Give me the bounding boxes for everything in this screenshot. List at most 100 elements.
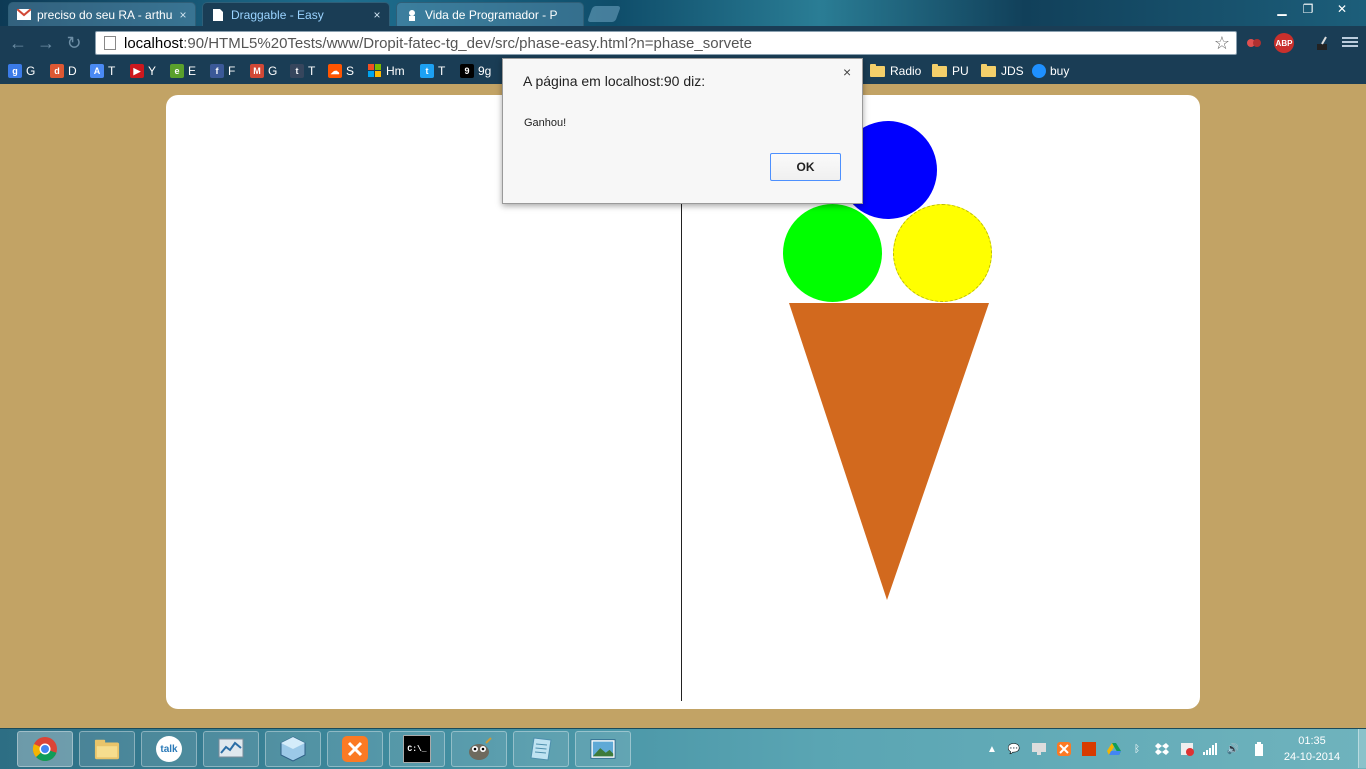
dialog-title: A página em localhost:90 diz: [523, 73, 706, 89]
taskbar-photo-viewer[interactable] [575, 731, 631, 767]
soundcloud-icon: ☁ [328, 64, 342, 78]
taskbar-virtualbox[interactable] [265, 731, 321, 767]
folder-icon [870, 63, 885, 77]
bookmark-soundcloud[interactable]: ☁ S [328, 62, 354, 80]
close-icon[interactable]: × [369, 8, 385, 22]
clock-time: 01:35 [1298, 735, 1326, 747]
gmail-icon [17, 8, 31, 22]
tab-label: Vida de Programador - P [425, 7, 558, 22]
bookmark-buy[interactable]: buy [1032, 62, 1069, 80]
windows-icon [368, 64, 382, 78]
google-drive-icon[interactable] [1107, 742, 1121, 756]
twitter-icon: t [420, 64, 434, 78]
gmail-icon: M [250, 64, 264, 78]
extension-tool-icon[interactable] [1312, 33, 1332, 53]
photo-viewer-icon [590, 736, 616, 762]
close-window-button[interactable]: ✕ [1322, 0, 1362, 18]
address-bar[interactable]: localhost:90/HTML5%20Tests/www/Dropit-fa… [95, 31, 1237, 55]
bookmark-hotmail[interactable]: Hm [368, 62, 405, 80]
youtube-icon: ▶ [130, 64, 144, 78]
google-talk-icon: talk [156, 736, 182, 762]
chrome-icon [32, 736, 58, 762]
bookmark-twitter[interactable]: tT [420, 62, 445, 80]
monitor-icon [218, 736, 244, 762]
folder-icon [94, 736, 120, 762]
folder-icon [981, 63, 996, 77]
taskbar-notepad[interactable] [513, 731, 569, 767]
gimp-icon [466, 736, 492, 762]
office-tray-icon[interactable] [1082, 742, 1096, 756]
9gag-icon: 9 [460, 64, 474, 78]
display-icon[interactable] [1032, 742, 1046, 756]
bookmark-folder-jds[interactable]: JDS [981, 62, 1024, 80]
bookmark-evernote[interactable]: eE [170, 62, 196, 80]
new-tab-button[interactable] [587, 6, 621, 22]
close-icon[interactable]: × [175, 8, 191, 22]
back-button[interactable]: ← [8, 33, 28, 53]
taskbar-file-explorer[interactable] [79, 731, 135, 767]
chat-bubble-icon[interactable]: 💬 [1007, 742, 1021, 756]
tab-label: preciso do seu RA - arthu [37, 7, 173, 22]
translate-icon: A [90, 64, 104, 78]
google-icon: g [8, 64, 22, 78]
show-hidden-icons-arrow[interactable]: ▲ [985, 742, 999, 756]
minimize-button[interactable]: ▁ [1270, 0, 1294, 18]
taskbar-gimp[interactable] [451, 731, 507, 767]
forward-button[interactable]: → [36, 33, 56, 53]
xampp-tray-icon[interactable] [1057, 742, 1071, 756]
adblock-plus-icon[interactable]: ABP [1274, 33, 1294, 53]
ok-button[interactable]: OK [770, 153, 841, 181]
taskbar-command-prompt[interactable]: C:\_ [389, 731, 445, 767]
bookmark-tumblr[interactable]: tT [290, 62, 315, 80]
reload-button[interactable]: ↻ [64, 33, 84, 53]
xampp-icon [342, 736, 368, 762]
page-icon [211, 8, 225, 22]
ice-cream-cone[interactable] [788, 302, 990, 602]
tab-gmail[interactable]: preciso do seu RA - arthu × [8, 2, 196, 26]
tab-vida-de-programador[interactable]: Vida de Programador - P [396, 2, 584, 26]
alert-dialog: A página em localhost:90 diz: × Ganhou! … [502, 58, 863, 204]
chrome-menu-icon[interactable] [1342, 35, 1358, 49]
taskbar-google-talk[interactable]: talk [141, 731, 197, 767]
restore-button[interactable]: ❐ [1296, 0, 1320, 18]
notepad-icon [528, 736, 554, 762]
bookmark-facebook[interactable]: fF [210, 62, 235, 80]
battery-icon[interactable] [1252, 742, 1266, 756]
virtualbox-icon [280, 736, 306, 762]
volume-icon[interactable]: 🔊 [1226, 742, 1240, 756]
taskbar-chrome[interactable] [17, 731, 73, 767]
bookmark-duckduckgo[interactable]: dD [50, 62, 77, 80]
show-desktop-button[interactable] [1358, 729, 1366, 768]
evernote-icon: e [170, 64, 184, 78]
bluetooth-icon[interactable]: ᛒ [1130, 742, 1144, 756]
url-path: :90/HTML5%20Tests/www/Dropit-fatec-tg_de… [183, 34, 752, 52]
taskbar-clock[interactable]: 01:35 24-10-2014 [1280, 733, 1344, 765]
extension-icon[interactable] [1244, 33, 1264, 53]
close-icon[interactable]: × [843, 64, 851, 80]
taskbar-xampp[interactable] [327, 731, 383, 767]
bookmark-google[interactable]: gG [8, 62, 35, 80]
action-center-icon[interactable] [1180, 742, 1194, 756]
folder-icon [932, 63, 947, 77]
clock-date: 24-10-2014 [1283, 751, 1341, 763]
bookmark-youtube[interactable]: ▶ Y [130, 62, 156, 80]
tab-draggable-easy[interactable]: Draggable - Easy × [202, 2, 390, 26]
tab-label: Draggable - Easy [231, 7, 324, 22]
dialog-message: Ganhou! [524, 117, 567, 129]
bookmark-translate[interactable]: AT [90, 62, 115, 80]
bookmark-folder-radio[interactable]: Radio [870, 62, 921, 80]
dropbox-icon[interactable] [1155, 742, 1169, 756]
bookmark-gmail[interactable]: MG [250, 62, 277, 80]
bookmark-9gag[interactable]: 9 9g [460, 62, 491, 80]
network-signal-icon[interactable] [1203, 742, 1217, 756]
yellow-scoop[interactable] [893, 204, 992, 302]
bookmark-star-icon[interactable]: ☆ [1214, 33, 1230, 54]
green-scoop[interactable] [783, 204, 882, 302]
board-divider [681, 203, 682, 701]
duckduckgo-icon: d [50, 64, 64, 78]
facebook-icon: f [210, 64, 224, 78]
page-icon [104, 36, 116, 50]
taskbar-performance-monitor[interactable] [203, 731, 259, 767]
site-icon [405, 8, 419, 22]
bookmark-folder-pu[interactable]: PU [932, 62, 969, 80]
